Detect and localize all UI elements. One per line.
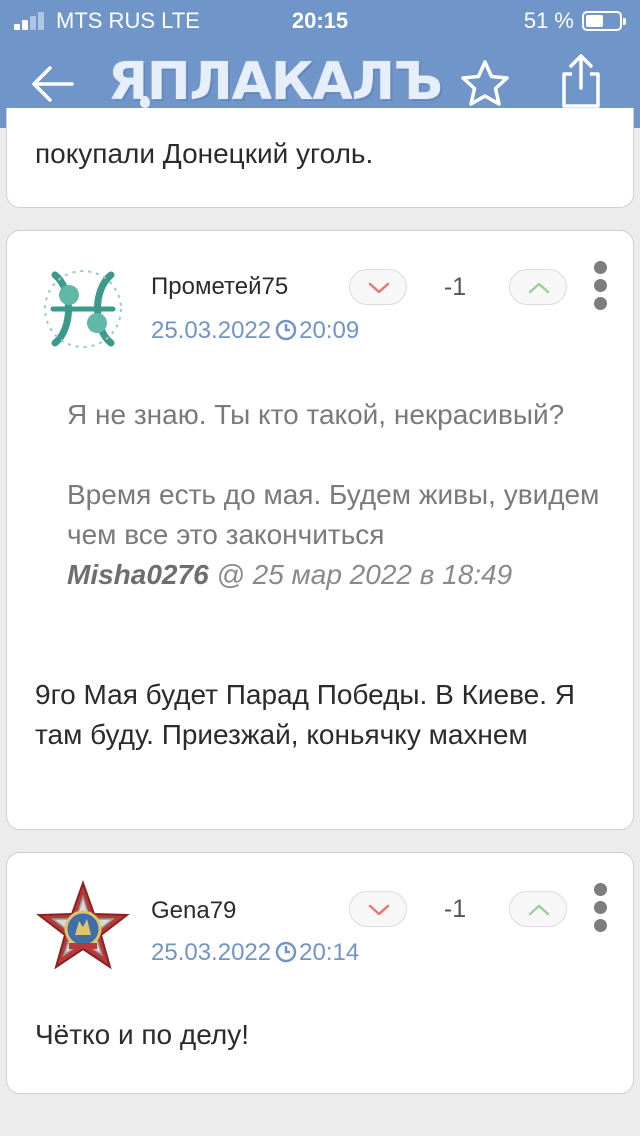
quote-signature: Misha0276 @ 25 мар 2022 в 18:49 — [67, 555, 607, 595]
post-date[interactable]: 25.03.2022 20:14 — [151, 939, 359, 967]
post-date-time: 20:14 — [299, 939, 360, 966]
clock-icon — [275, 319, 297, 341]
star-icon — [461, 60, 509, 106]
site-logo[interactable]: ЯПЛАКАЛЪ — [108, 50, 443, 114]
clock-icon — [275, 941, 297, 963]
upvote-button[interactable] — [509, 891, 567, 927]
username-link[interactable]: Gena79 — [151, 897, 236, 925]
post-date-day: 25.03.2022 — [151, 317, 272, 344]
more-options-button[interactable] — [591, 883, 611, 933]
quote-block: Я не знаю. Ты кто такой, некрасивый? Вре… — [67, 395, 607, 595]
avatar[interactable] — [33, 877, 133, 977]
chevron-down-icon — [368, 282, 390, 294]
share-button[interactable] — [556, 52, 606, 110]
username-link[interactable]: Прометей75 — [151, 273, 288, 301]
post-date-time: 20:09 — [299, 317, 360, 344]
battery-percent: 51 % — [523, 8, 574, 33]
comment-card: Прометей75 25.03.2022 20:09 -1 Я не знаю.… — [6, 230, 634, 830]
logo-drop-icon — [140, 96, 150, 108]
upvote-button[interactable] — [509, 269, 567, 305]
chevron-down-icon — [368, 904, 390, 916]
quote-timestamp: @ 25 мар 2022 в 18:49 — [216, 559, 513, 590]
arrow-left-icon — [32, 66, 74, 102]
more-options-button[interactable] — [591, 261, 611, 311]
comment-card: Gena79 25.03.2022 20:14 -1 Чётко и по дел… — [6, 852, 634, 1094]
avatar[interactable] — [33, 259, 133, 359]
downvote-button[interactable] — [349, 269, 407, 305]
status-bar: MTS RUS LTE 20:15 51 % — [0, 0, 640, 40]
chevron-up-icon — [528, 904, 550, 916]
comment-text: 9го Мая будет Парад Победы. В Киеве. Я т… — [35, 679, 575, 750]
comment-rating: -1 — [443, 895, 467, 923]
downvote-button[interactable] — [349, 891, 407, 927]
favorite-button[interactable] — [458, 58, 512, 110]
back-button[interactable] — [28, 62, 76, 106]
post-date-day: 25.03.2022 — [151, 939, 272, 966]
comment-card-previous: покупали Донецкий уголь. — [6, 108, 634, 208]
comment-text: покупали Донецкий уголь. — [35, 138, 374, 169]
comment-text: Чётко и по делу! — [35, 1019, 250, 1050]
post-date[interactable]: 25.03.2022 20:09 — [151, 317, 359, 345]
quote-paragraph: Я не знаю. Ты кто такой, некрасивый? — [67, 399, 565, 430]
share-icon — [562, 54, 600, 108]
comment-rating: -1 — [443, 273, 467, 301]
battery-icon — [582, 11, 626, 31]
quote-author[interactable]: Misha0276 — [67, 559, 209, 590]
quote-paragraph: Время есть до мая. Будем живы, увидем че… — [67, 479, 600, 550]
chevron-up-icon — [528, 282, 550, 294]
